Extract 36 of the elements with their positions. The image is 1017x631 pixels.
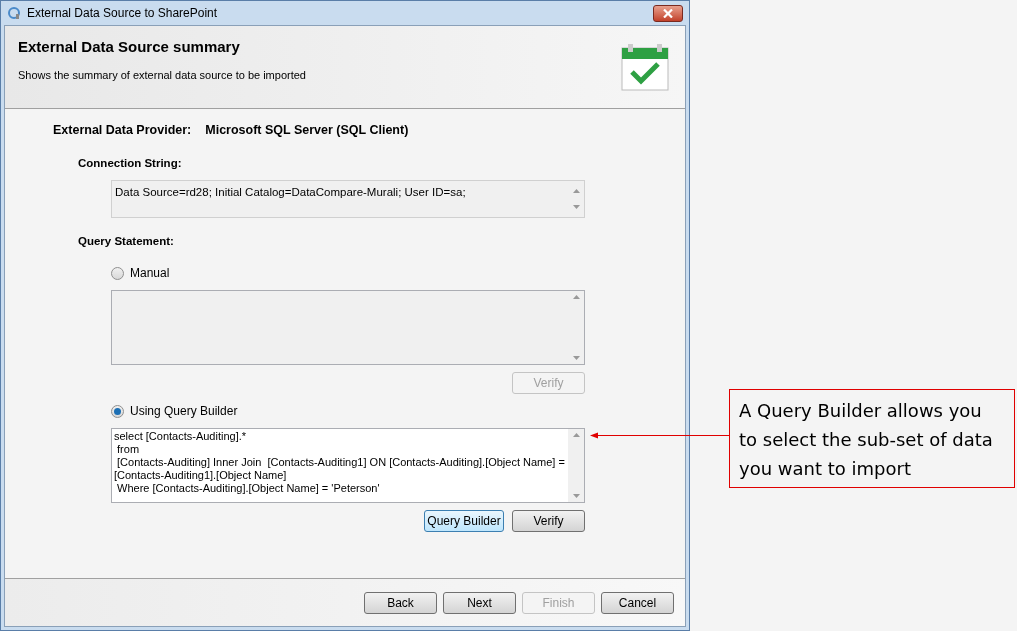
radio-option[interactable]: Manual xyxy=(111,264,585,283)
query-label: Query Statement: xyxy=(78,234,175,249)
button[interactable]: Cancel xyxy=(601,591,674,614)
connection-label: Connection String: xyxy=(78,155,183,171)
query-line: from xyxy=(116,443,141,457)
provider-value: Microsoft SQL Server (SQL Client) xyxy=(205,122,409,139)
calendar-check-icon xyxy=(620,42,670,92)
callout-text: A Query Builder allows you to select the sub-set of data you want to import xyxy=(739,399,994,481)
connection-string: Data Source=rd28; Initial Catalog=DataCompare-Murali; User ID=sa; xyxy=(114,185,467,200)
close-icon xyxy=(663,8,673,18)
radio-button[interactable] xyxy=(111,404,124,418)
connection-text-area[interactable]: Data Source=rd28; Initial Catalog=DataCompare-Murali; User ID=sa; xyxy=(111,180,585,218)
scroll-down-icon[interactable] xyxy=(572,205,580,209)
provider-label: External Data Provider: xyxy=(53,122,192,139)
scroll-up-icon[interactable] xyxy=(572,433,580,438)
radio-button[interactable] xyxy=(111,266,124,280)
scroll-down-icon[interactable] xyxy=(572,494,580,499)
button[interactable]: Verify xyxy=(512,510,585,533)
button[interactable]: Back xyxy=(364,591,437,614)
query-line: Where [Contacts-Auditing].[Object Name] = 'Peterson' xyxy=(116,482,381,496)
window-title: External Data Source to SharePoint xyxy=(27,5,218,22)
page-subtitle: Shows the summary of external data source to be imported xyxy=(18,67,307,83)
close-button[interactable] xyxy=(653,4,683,22)
scroll-up-icon[interactable] xyxy=(572,189,580,193)
app-icon xyxy=(7,6,21,20)
query-line: [Contacts-Auditing1].[Object Name] xyxy=(114,469,288,483)
radio-option[interactable]: Using Query Builder xyxy=(111,402,585,421)
scroll-down-icon[interactable] xyxy=(572,356,580,361)
query-line: select [Contacts-Auditing].* xyxy=(114,430,248,444)
scrollbar[interactable] xyxy=(568,429,584,503)
text-area[interactable] xyxy=(111,428,585,504)
button[interactable]: Next xyxy=(443,591,516,614)
query-line: [Contacts-Auditing] Inner Join [Contacts-Auditing1] ON [Contacts-Auditing].[Object Name] = xyxy=(116,456,566,470)
button[interactable]: Query Builder xyxy=(424,510,504,533)
scroll-up-icon[interactable] xyxy=(572,295,580,300)
page-title: External Data Source summary xyxy=(18,37,241,57)
